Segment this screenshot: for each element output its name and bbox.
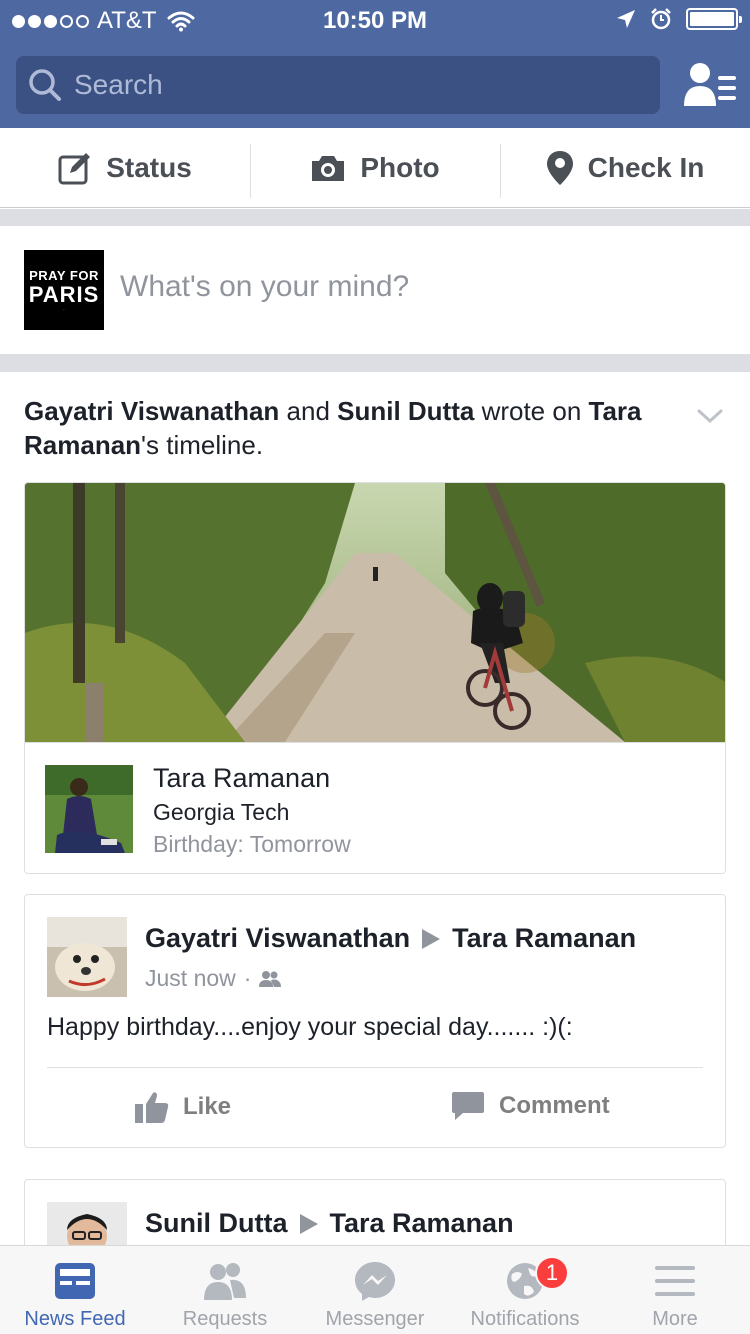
comment-label: Comment (499, 1092, 610, 1119)
friends-audience-icon[interactable] (259, 970, 282, 988)
photo-label: Photo (360, 151, 440, 183)
tab-label: More (652, 1308, 698, 1330)
composer-input[interactable]: What's on your mind? (120, 270, 409, 304)
messenger-icon (355, 1262, 395, 1301)
tab-label: Requests (182, 1308, 268, 1330)
birthday-card[interactable]: Tara Ramanan Georgia Tech Birthday: Tomo… (24, 482, 726, 874)
avatar[interactable] (45, 765, 133, 853)
arrow-right-icon (422, 928, 441, 949)
composer[interactable]: PRAY FOR PARIS · What's on your mind? (0, 226, 750, 354)
post-target[interactable]: Tara Ramanan (330, 1208, 514, 1239)
alarm-icon (651, 8, 671, 30)
tab-messenger[interactable]: Messenger (300, 1246, 450, 1334)
arrow-right-icon (299, 1213, 318, 1234)
avatar[interactable] (47, 917, 127, 997)
news-feed-icon (55, 1263, 95, 1299)
birthday-school: Georgia Tech (153, 799, 290, 825)
cover-photo (25, 483, 725, 742)
comment-icon (452, 1092, 484, 1120)
post-author[interactable]: Sunil Dutta (145, 1208, 288, 1239)
status-bar-right (616, 8, 742, 30)
friends-list-icon[interactable] (684, 62, 736, 108)
feed-divider (0, 209, 750, 226)
tab-label: Notifications (470, 1308, 580, 1330)
post-target[interactable]: Tara Ramanan (452, 923, 636, 954)
author-link[interactable]: Gayatri Viswanathan (24, 396, 279, 426)
status-bar: AT&T 10:50 PM (0, 0, 750, 40)
menu-icon (655, 1266, 695, 1296)
status-label: Status (106, 151, 192, 183)
photo-button[interactable]: Photo (250, 128, 500, 207)
story-header: Gayatri Viswanathan and Sunil Dutta wrot… (24, 396, 642, 460)
birthday-name[interactable]: Tara Ramanan (153, 763, 330, 794)
tab-news-feed[interactable]: News Feed (0, 1246, 150, 1334)
timeline-post: Gayatri Viswanathan Tara Ramanan Just no… (24, 894, 726, 1148)
post-meta: Just now · (145, 965, 282, 992)
publisher-actions: Status Photo Check In (0, 128, 750, 208)
friend-requests-icon (204, 1263, 246, 1300)
like-label: Like (183, 1093, 232, 1120)
location-pin-icon (546, 150, 573, 185)
feed-story: Gayatri Viswanathan and Sunil Dutta wrot… (0, 372, 750, 1299)
tab-label: News Feed (24, 1308, 126, 1330)
post-title: Sunil Dutta Tara Ramanan (145, 1208, 514, 1239)
chevron-down-icon[interactable] (696, 406, 724, 426)
camera-icon (312, 155, 345, 181)
profile-picture[interactable]: PRAY FOR PARIS · (24, 250, 104, 330)
check-in-label: Check In (587, 151, 705, 183)
edit-icon (58, 152, 91, 184)
check-in-button[interactable]: Check In (500, 128, 750, 207)
tab-label: Messenger (325, 1308, 425, 1330)
battery-icon (686, 8, 742, 30)
status-button[interactable]: Status (0, 128, 250, 207)
like-button[interactable]: Like (135, 1091, 231, 1123)
location-arrow-icon (617, 10, 635, 28)
post-author[interactable]: Gayatri Viswanathan (145, 923, 410, 954)
tab-requests[interactable]: Requests (150, 1246, 300, 1334)
birthday-info: Tara Ramanan Georgia Tech Birthday: Tomo… (25, 742, 725, 873)
top-bar: AT&T 10:50 PM (0, 0, 750, 128)
thumbs-up-icon (135, 1092, 169, 1123)
divider (47, 1067, 703, 1068)
author-link[interactable]: Sunil Dutta (337, 396, 474, 426)
tab-notifications[interactable]: Notifications 1 (450, 1246, 600, 1334)
post-time[interactable]: Just now (145, 965, 236, 992)
post-text: Happy birthday....enjoy your special day… (47, 1013, 573, 1041)
search-input[interactable] (74, 69, 634, 101)
tab-bar: News Feed Requests Messenger Notificatio… (0, 1245, 750, 1334)
feed-divider (0, 354, 750, 372)
tab-more[interactable]: More (600, 1246, 750, 1334)
birthday-date: Birthday: Tomorrow (153, 831, 351, 857)
comment-button[interactable]: Comment (451, 1091, 610, 1121)
post-title: Gayatri Viswanathan Tara Ramanan (145, 923, 636, 954)
search-bar[interactable] (16, 56, 660, 114)
notification-badge: 1 (535, 1256, 569, 1290)
search-icon (29, 69, 61, 101)
